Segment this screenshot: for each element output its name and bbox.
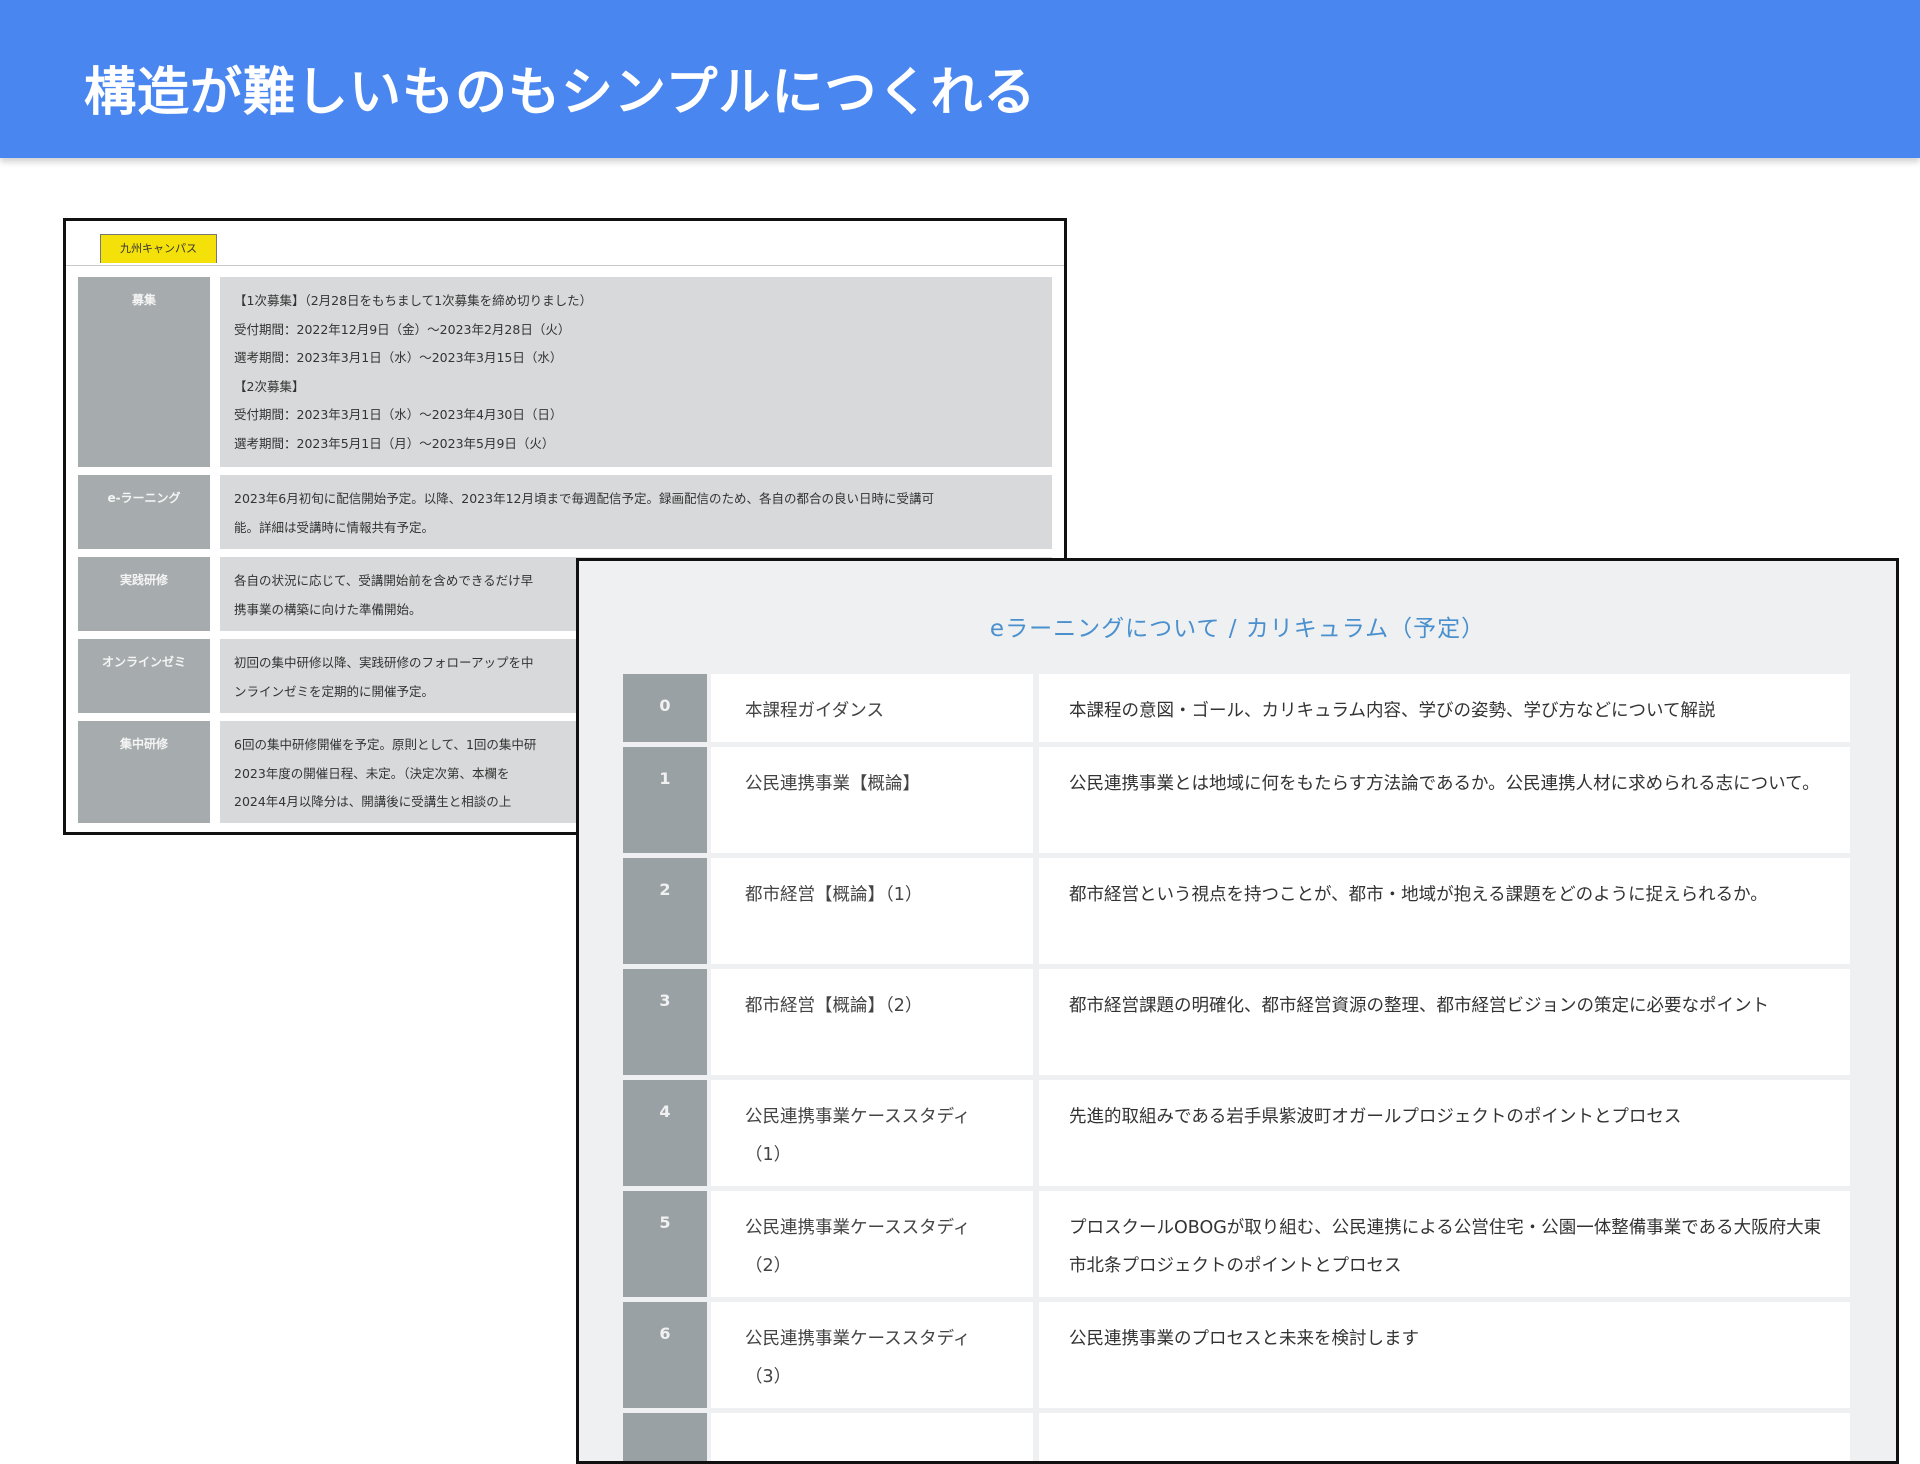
row-label: 集中研修: [78, 721, 210, 823]
table-row: 6 公民連携事業ケーススタディ（3） 公民連携事業のプロセスと未来を検討します: [623, 1302, 1850, 1408]
lesson-description: 公民連携事業とは地域に何をもたらす方法論であるか。公民連携人材に求められる志につ…: [1039, 747, 1850, 853]
table-row: 4 公民連携事業ケーススタディ（1） 先進的取組みである岩手県紫波町オガールプロ…: [623, 1080, 1850, 1186]
row-label: e-ラーニング: [78, 475, 210, 549]
lesson-number: 4: [623, 1080, 707, 1186]
lesson-title: [711, 1413, 1033, 1461]
row-content: 2023年6月初旬に配信開始予定。以降、2023年12月頃まで毎週配信予定。録画…: [220, 475, 1052, 549]
lesson-title: 公民連携事業ケーススタディ（2）: [711, 1191, 1033, 1297]
table-row: 5 公民連携事業ケーススタディ（2） プロスクールOBOGが取り組む、公民連携に…: [623, 1191, 1850, 1297]
lesson-description: 公民連携事業のプロセスと未来を検討します: [1039, 1302, 1850, 1408]
lesson-number: 6: [623, 1302, 707, 1408]
table-row: e-ラーニング 2023年6月初旬に配信開始予定。以降、2023年12月頃まで毎…: [78, 475, 1052, 549]
lesson-number: 5: [623, 1191, 707, 1297]
lesson-title: 公民連携事業ケーススタディ（3）: [711, 1302, 1033, 1408]
row-label: 募集: [78, 277, 210, 467]
curriculum-heading: eラーニングについて / カリキュラム（予定）: [989, 616, 1486, 642]
lesson-number: 3: [623, 969, 707, 1075]
row-label: オンラインゼミ: [78, 639, 210, 713]
lesson-description: 都市経営課題の明確化、都市経営資源の整理、都市経営ビジョンの策定に必要なポイント: [1039, 969, 1850, 1075]
tab-kyushu-campus[interactable]: 九州キャンパス: [100, 234, 217, 263]
table-row: [623, 1413, 1850, 1461]
lesson-title: 都市経営【概論】（1）: [711, 858, 1033, 964]
lesson-title: 本課程ガイダンス: [711, 674, 1033, 742]
table-row: 0 本課程ガイダンス 本課程の意図・ゴール、カリキュラム内容、学びの姿勢、学び方…: [623, 674, 1850, 742]
lesson-title: 公民連携事業ケーススタディ（1）: [711, 1080, 1033, 1186]
lesson-number: 0: [623, 674, 707, 742]
table-row: 募集 【1次募集】（2月28日をもちまして1次募集を締め切りました） 受付期間：…: [78, 277, 1052, 467]
campus-tab-bar: 九州キャンパス: [66, 221, 1064, 266]
table-row: 2 都市経営【概論】（1） 都市経営という視点を持つことが、都市・地域が抱える課…: [623, 858, 1850, 964]
slide-title: 構造が難しいものもシンプルにつくれる: [84, 63, 1037, 123]
lesson-description: プロスクールOBOGが取り組む、公民連携による公営住宅・公園一体整備事業である大…: [1039, 1191, 1850, 1297]
lesson-number: 1: [623, 747, 707, 853]
lesson-number: 2: [623, 858, 707, 964]
lesson-description: 都市経営という視点を持つことが、都市・地域が抱える課題をどのように捉えられるか。: [1039, 858, 1850, 964]
lesson-description: [1039, 1413, 1850, 1461]
row-content: 【1次募集】（2月28日をもちまして1次募集を締め切りました） 受付期間：202…: [220, 277, 1052, 467]
row-label: 実践研修: [78, 557, 210, 631]
table-row: 1 公民連携事業【概論】 公民連携事業とは地域に何をもたらす方法論であるか。公民…: [623, 747, 1850, 853]
lesson-title: 都市経営【概論】（2）: [711, 969, 1033, 1075]
slide-header: 構造が難しいものもシンプルにつくれる: [0, 0, 1920, 158]
lesson-description: 先進的取組みである岩手県紫波町オガールプロジェクトのポイントとプロセス: [1039, 1080, 1850, 1186]
lesson-description: 本課程の意図・ゴール、カリキュラム内容、学びの姿勢、学び方などについて解説: [1039, 674, 1850, 742]
lesson-title: 公民連携事業【概論】: [711, 747, 1033, 853]
lesson-number: [623, 1413, 707, 1461]
table-row: 3 都市経営【概論】（2） 都市経営課題の明確化、都市経営資源の整理、都市経営ビ…: [623, 969, 1850, 1075]
screenshot-elearning-curriculum: eラーニングについて / カリキュラム（予定） 0 本課程ガイダンス 本課程の意…: [576, 558, 1899, 1464]
curriculum-table: 0 本課程ガイダンス 本課程の意図・ゴール、カリキュラム内容、学びの姿勢、学び方…: [623, 674, 1850, 1461]
